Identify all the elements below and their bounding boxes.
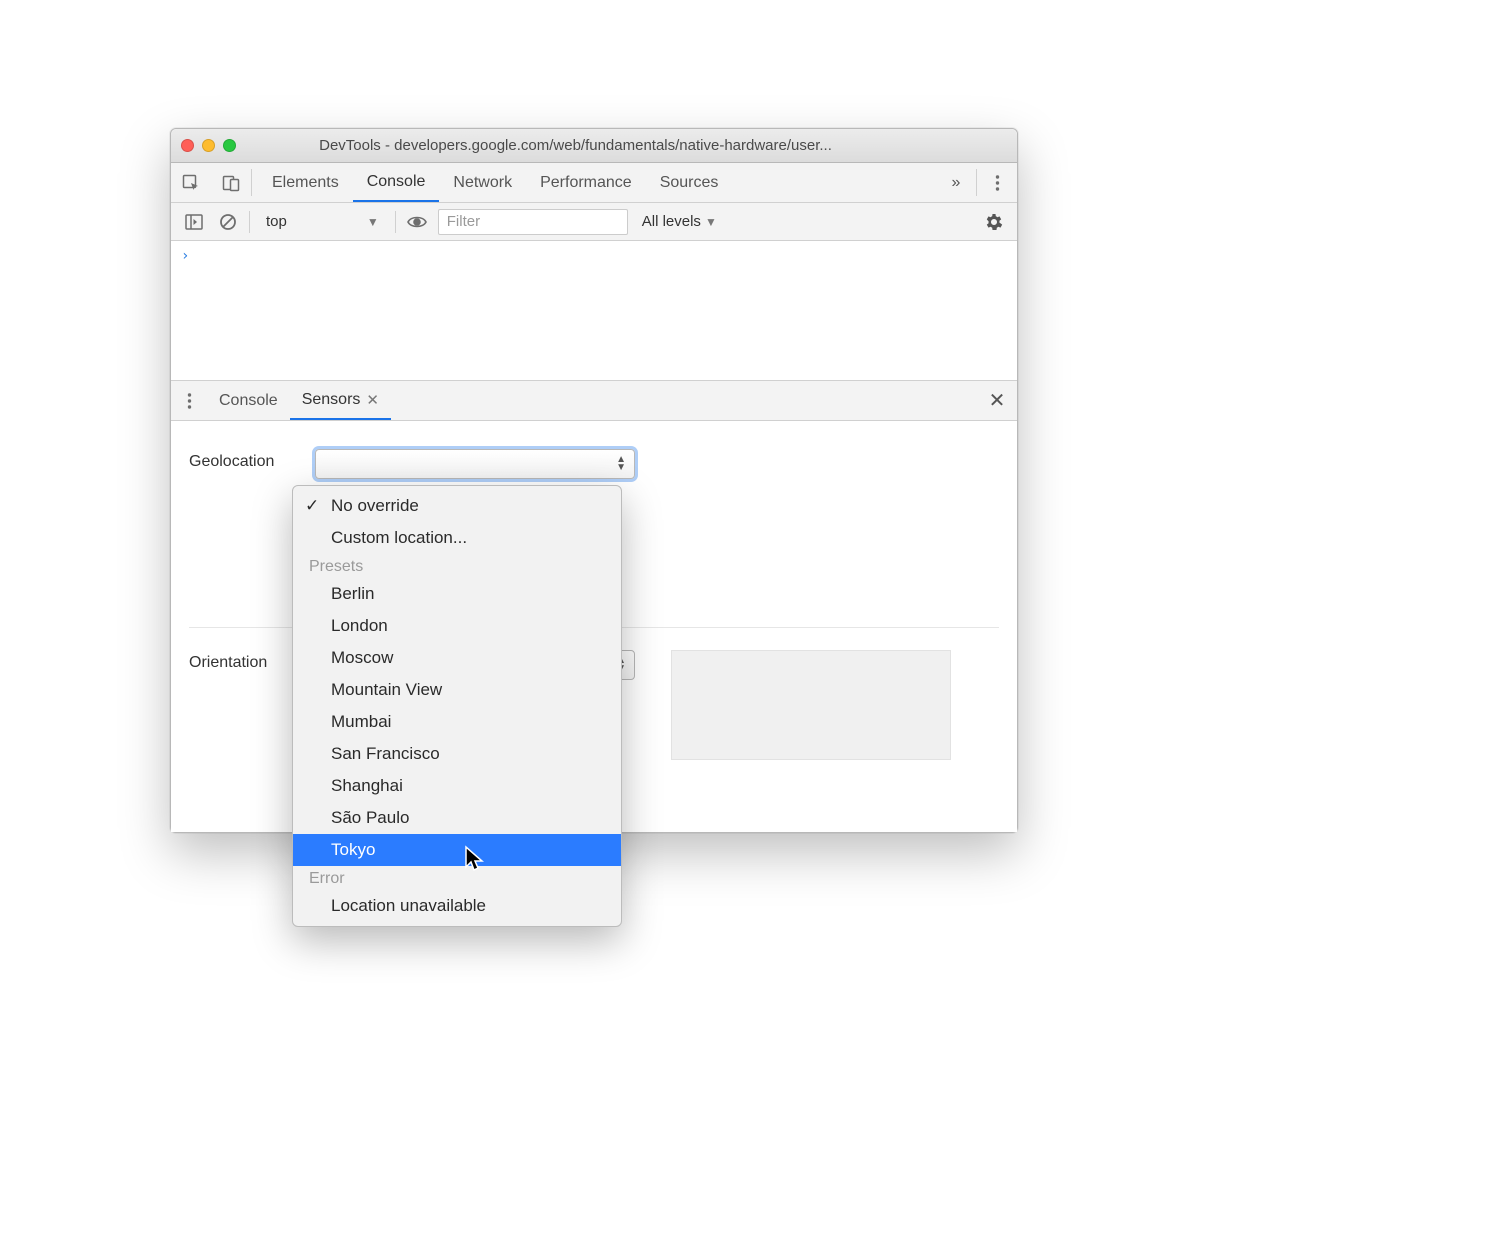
dropdown-option-error[interactable]: Location unavailable — [293, 890, 621, 922]
tab-performance[interactable]: Performance — [526, 163, 646, 202]
titlebar: DevTools - developers.google.com/web/fun… — [171, 129, 1017, 163]
dropdown-option-preset[interactable]: Berlin — [293, 578, 621, 610]
live-expression-icon[interactable] — [404, 209, 430, 235]
filter-placeholder: Filter — [447, 213, 480, 230]
dropdown-option-preset[interactable]: San Francisco — [293, 738, 621, 770]
device-toggle-icon[interactable] — [211, 163, 251, 202]
console-toolbar: top ▼ Filter All levels ▼ — [171, 203, 1017, 241]
orientation-label: Orientation — [189, 650, 299, 672]
main-menu-button[interactable] — [977, 163, 1017, 202]
dropdown-option-preset[interactable]: Mountain View — [293, 674, 621, 706]
dropdown-group-error: Error — [293, 866, 621, 890]
geolocation-select[interactable]: ▲▼ — [315, 449, 635, 479]
log-levels-select[interactable]: All levels ▼ — [636, 213, 723, 230]
dropdown-option-preset[interactable]: Moscow — [293, 642, 621, 674]
dropdown-option-preset-highlighted[interactable]: Tokyo — [293, 834, 621, 866]
execution-context-select[interactable]: top ▼ — [258, 209, 387, 235]
levels-label: All levels — [642, 213, 701, 230]
drawer-tab-console[interactable]: Console — [207, 381, 290, 420]
console-output[interactable]: › — [171, 241, 1017, 381]
main-tabbar: Elements Console Network Performance Sou… — [171, 163, 1017, 203]
dropdown-option-preset[interactable]: Shanghai — [293, 770, 621, 802]
orientation-preview[interactable] — [671, 650, 951, 760]
filter-input[interactable]: Filter — [438, 209, 628, 235]
dropdown-triangle-icon: ▼ — [705, 215, 717, 229]
geolocation-row: Geolocation ▲▼ — [189, 441, 999, 487]
inspect-element-icon[interactable] — [171, 163, 211, 202]
toggle-console-sidebar-icon[interactable] — [181, 209, 207, 235]
dropdown-option-preset[interactable]: São Paulo — [293, 802, 621, 834]
window-title: DevTools - developers.google.com/web/fun… — [204, 137, 1007, 154]
dropdown-option-preset[interactable]: Mumbai — [293, 706, 621, 738]
tab-network[interactable]: Network — [439, 163, 526, 202]
toolbar-divider — [249, 211, 250, 233]
console-prompt: › — [181, 248, 189, 264]
dropdown-option-no-override[interactable]: No override — [293, 490, 621, 522]
context-label: top — [266, 213, 287, 230]
drawer-menu-button[interactable] — [171, 381, 207, 420]
drawer-tabbar: Console Sensors ✕ ✕ — [171, 381, 1017, 421]
select-arrows-icon: ▲▼ — [616, 456, 626, 472]
dropdown-group-presets: Presets — [293, 554, 621, 578]
drawer-tab-label: Sensors — [302, 391, 361, 409]
tabs-overflow-button[interactable]: » — [936, 163, 976, 202]
geolocation-label: Geolocation — [189, 449, 299, 471]
geolocation-dropdown: No override Custom location... Presets B… — [292, 485, 622, 927]
main-tabs: Elements Console Network Performance Sou… — [252, 163, 936, 202]
dropdown-option-preset[interactable]: London — [293, 610, 621, 642]
close-window-button[interactable] — [181, 139, 194, 152]
tab-console[interactable]: Console — [353, 163, 440, 202]
close-tab-icon[interactable]: ✕ — [366, 391, 379, 409]
tab-elements[interactable]: Elements — [258, 163, 353, 202]
drawer-tab-label: Console — [219, 392, 278, 410]
toolbar-divider-2 — [395, 211, 396, 233]
dropdown-option-custom-location[interactable]: Custom location... — [293, 522, 621, 554]
chevron-double-right-icon: » — [952, 174, 961, 192]
drawer-tab-sensors[interactable]: Sensors ✕ — [290, 381, 391, 420]
clear-console-icon[interactable] — [215, 209, 241, 235]
close-drawer-button[interactable]: ✕ — [977, 381, 1017, 420]
dropdown-triangle-icon: ▼ — [367, 215, 379, 229]
tab-sources[interactable]: Sources — [646, 163, 733, 202]
console-settings-icon[interactable] — [981, 209, 1007, 235]
